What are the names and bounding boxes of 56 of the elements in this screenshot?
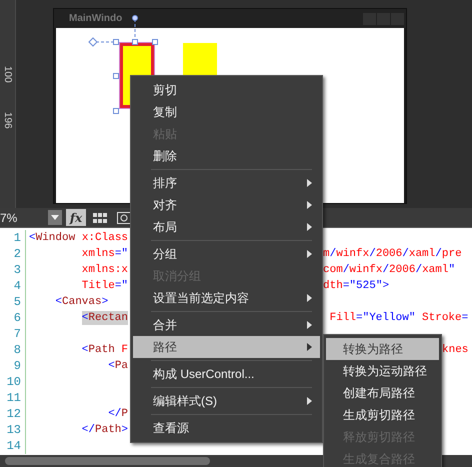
line-number: 3 xyxy=(0,262,26,278)
code-text: dth="525"> xyxy=(323,279,390,293)
code-text: <Pa xyxy=(108,359,128,373)
menu-item[interactable]: 分组 xyxy=(133,243,320,265)
menu-item[interactable]: 设置当前选定内容 xyxy=(133,287,320,309)
line-number: 10 xyxy=(0,374,26,390)
window-title: MainWindo xyxy=(69,13,122,24)
scrollbar-thumb[interactable] xyxy=(5,457,210,465)
zoom-level[interactable]: 7% xyxy=(0,210,44,224)
code-text: <Path F xyxy=(82,343,128,357)
menu-item[interactable]: 剪切 xyxy=(133,79,320,101)
menu-item[interactable]: 布局 xyxy=(133,216,320,238)
menu-item[interactable]: 复制 xyxy=(133,101,320,123)
code-text: <Canvas> xyxy=(55,295,108,309)
menu-item[interactable]: 转换为路径 xyxy=(326,338,439,360)
menu-item[interactable]: 排序 xyxy=(133,172,320,194)
snap-icon xyxy=(117,212,131,224)
line-number: 5 xyxy=(0,294,26,310)
code-text: xmlns:x xyxy=(82,263,128,277)
code-text: com/winfx/2006/xaml" xyxy=(323,263,456,277)
code-text: </P xyxy=(108,407,128,421)
line-number: 2 xyxy=(0,246,26,262)
line-number: 14 xyxy=(0,438,26,454)
line-number: 7 xyxy=(0,326,26,342)
effects-button[interactable]: fx xyxy=(66,209,86,226)
code-text: <Window x:Class xyxy=(29,231,128,245)
menu-item[interactable]: 对齐 xyxy=(133,194,320,216)
menu-item[interactable]: 生成剪切路径 xyxy=(326,404,439,426)
grid-icon xyxy=(93,212,107,222)
line-number: 13 xyxy=(0,422,26,438)
code-text: xmlns=" xyxy=(82,247,128,261)
line-number: 6 xyxy=(0,310,26,326)
menu-item[interactable]: 路径 xyxy=(133,336,320,358)
menu-item[interactable]: 转换为运动路径 xyxy=(326,360,439,382)
line-number: 8 xyxy=(0,342,26,358)
code-text: Title=" xyxy=(82,279,128,293)
line-number: 1 xyxy=(0,230,26,246)
line-number: 9 xyxy=(0,358,26,374)
menu-item[interactable]: 创建布局路径 xyxy=(326,382,439,404)
line-number: 12 xyxy=(0,406,26,422)
code-text: m/winfx/2006/xaml/pre xyxy=(323,247,462,261)
line-number: 4 xyxy=(0,278,26,294)
caret-icon xyxy=(51,215,59,220)
menu-item[interactable]: 编辑样式(S) xyxy=(133,390,320,412)
code-text: <Rectan xyxy=(82,311,128,325)
ruler-label: 100 xyxy=(2,66,13,83)
code-text: </Path> xyxy=(82,423,128,437)
line-number: 11 xyxy=(0,390,26,406)
menu-item[interactable]: 删除 xyxy=(133,145,320,167)
code-text: knes xyxy=(442,343,468,357)
menu-item[interactable]: 构成 UserControl... xyxy=(133,363,320,385)
dropdown-button[interactable] xyxy=(48,210,62,225)
code-text: Fill="Yellow" Stroke= xyxy=(330,311,468,325)
menu-item[interactable]: 查看源 xyxy=(133,417,320,439)
menu-item[interactable]: 合并 xyxy=(133,314,320,336)
ruler-label: 196 xyxy=(2,112,13,129)
